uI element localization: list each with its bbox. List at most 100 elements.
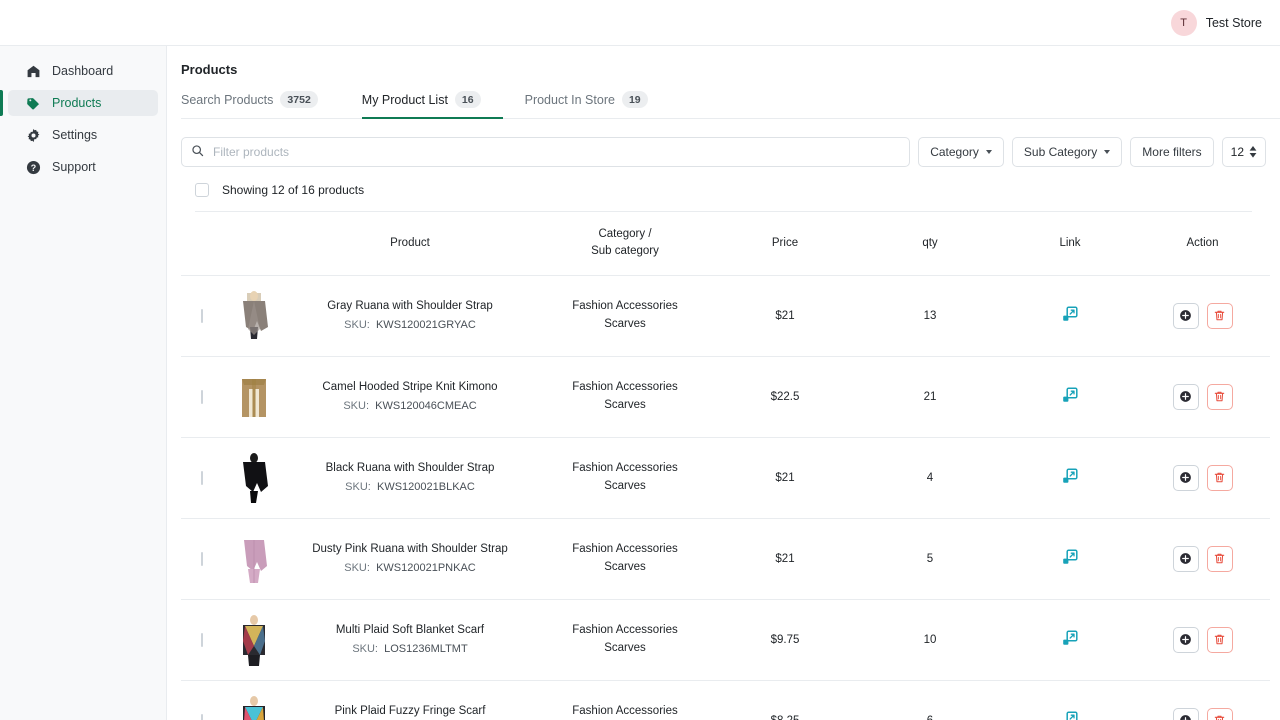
header-link: Link bbox=[1005, 212, 1135, 275]
subcategory-filter-button[interactable]: Sub Category bbox=[1012, 137, 1122, 167]
sidebar-item-products[interactable]: Products bbox=[8, 90, 158, 116]
main-content: Products Search Products 3752 My Product… bbox=[167, 46, 1280, 720]
external-link-icon[interactable] bbox=[1062, 387, 1078, 403]
user-menu[interactable]: T Test Store bbox=[1171, 10, 1262, 36]
sku-value: KWS120046CMEAC bbox=[375, 400, 477, 412]
row-checkbox-cell bbox=[181, 437, 223, 518]
product-thumbnail bbox=[235, 450, 273, 506]
product-sku: SKU: KWS120046CMEAC bbox=[285, 398, 535, 415]
sku-value: KWS120021BLKAC bbox=[377, 481, 475, 493]
add-product-button[interactable] bbox=[1173, 627, 1199, 653]
delete-product-button[interactable] bbox=[1207, 627, 1233, 653]
app-shell: Dashboard Products Settings ? Support Pr… bbox=[0, 46, 1280, 720]
product-table-container: Product Category / Sub category Price qt… bbox=[167, 212, 1280, 720]
header-category-line1: Category / bbox=[535, 226, 715, 243]
row-checkbox[interactable] bbox=[201, 714, 203, 720]
home-icon bbox=[26, 64, 41, 79]
product-category: Fashion Accessories bbox=[535, 298, 715, 315]
search-input[interactable] bbox=[181, 137, 910, 167]
sku-value: LOS1236MLTMT bbox=[384, 643, 468, 655]
table-row: Pink Plaid Fuzzy Fringe Scarf SKU: LOS12… bbox=[181, 680, 1270, 720]
row-action-cell bbox=[1135, 599, 1270, 680]
category-filter-button[interactable]: Category bbox=[918, 137, 1004, 167]
page-size-stepper[interactable]: 12 bbox=[1222, 137, 1266, 167]
tab-bar: Search Products 3752 My Product List 16 … bbox=[181, 91, 1280, 119]
product-sku: SKU: KWS120021PNKAC bbox=[285, 560, 535, 577]
external-link-icon[interactable] bbox=[1062, 711, 1078, 720]
sidebar: Dashboard Products Settings ? Support bbox=[0, 46, 167, 720]
delete-product-button[interactable] bbox=[1207, 303, 1233, 329]
subcategory-filter-label: Sub Category bbox=[1024, 145, 1097, 159]
product-name: Multi Plaid Soft Blanket Scarf bbox=[285, 622, 535, 639]
tab-search-products[interactable]: Search Products 3752 bbox=[181, 91, 340, 119]
select-all-row: Showing 12 of 16 products bbox=[195, 167, 1252, 212]
row-product-cell: Camel Hooded Stripe Knit Kimono SKU: KWS… bbox=[285, 356, 535, 437]
row-action-cell bbox=[1135, 356, 1270, 437]
select-all-checkbox[interactable] bbox=[195, 183, 209, 197]
external-link-icon[interactable] bbox=[1062, 549, 1078, 565]
product-category: Fashion Accessories bbox=[535, 460, 715, 477]
row-actions bbox=[1135, 465, 1270, 491]
sku-value: KWS120021PNKAC bbox=[376, 562, 476, 574]
chevron-down-icon bbox=[986, 150, 992, 154]
row-product-cell: Pink Plaid Fuzzy Fringe Scarf SKU: LOS12… bbox=[285, 680, 535, 720]
tag-icon bbox=[26, 96, 41, 111]
more-filters-button[interactable]: More filters bbox=[1130, 137, 1213, 167]
sidebar-item-dashboard[interactable]: Dashboard bbox=[8, 58, 158, 84]
product-subcategory: Scarves bbox=[535, 316, 715, 333]
tab-badge: 19 bbox=[622, 91, 648, 108]
sidebar-item-label: Settings bbox=[52, 128, 97, 142]
row-checkbox-cell bbox=[181, 599, 223, 680]
add-product-button[interactable] bbox=[1173, 384, 1199, 410]
table-header-row: Product Category / Sub category Price qt… bbox=[181, 212, 1270, 275]
row-checkbox[interactable] bbox=[201, 552, 203, 566]
stepper-arrows-icon bbox=[1249, 146, 1257, 158]
product-subcategory: Scarves bbox=[535, 397, 715, 414]
row-checkbox-cell bbox=[181, 518, 223, 599]
top-bar: T Test Store bbox=[0, 0, 1280, 46]
sidebar-item-settings[interactable]: Settings bbox=[8, 122, 158, 148]
product-name: Camel Hooded Stripe Knit Kimono bbox=[285, 379, 535, 396]
tab-my-product-list[interactable]: My Product List 16 bbox=[362, 91, 503, 119]
external-link-icon[interactable] bbox=[1062, 306, 1078, 322]
row-price-cell: $21 bbox=[715, 518, 855, 599]
row-product-cell: Dusty Pink Ruana with Shoulder Strap SKU… bbox=[285, 518, 535, 599]
tab-product-in-store[interactable]: Product In Store 19 bbox=[525, 91, 670, 119]
sidebar-item-support[interactable]: ? Support bbox=[8, 154, 158, 180]
add-product-button[interactable] bbox=[1173, 303, 1199, 329]
header-product: Product bbox=[285, 212, 535, 275]
row-checkbox[interactable] bbox=[201, 471, 203, 485]
product-thumbnail bbox=[235, 612, 273, 668]
table-body: Gray Ruana with Shoulder Strap SKU: KWS1… bbox=[181, 275, 1270, 720]
search-field-wrapper bbox=[181, 137, 910, 167]
row-checkbox[interactable] bbox=[201, 309, 203, 323]
row-category-cell: Fashion Accessories Scarves bbox=[535, 275, 715, 356]
delete-product-button[interactable] bbox=[1207, 708, 1233, 720]
product-name: Dusty Pink Ruana with Shoulder Strap bbox=[285, 541, 535, 558]
delete-product-button[interactable] bbox=[1207, 384, 1233, 410]
row-qty-cell: 13 bbox=[855, 275, 1005, 356]
row-checkbox-cell bbox=[181, 680, 223, 720]
row-actions bbox=[1135, 708, 1270, 720]
add-product-button[interactable] bbox=[1173, 546, 1199, 572]
add-product-button[interactable] bbox=[1173, 708, 1199, 720]
external-link-icon[interactable] bbox=[1062, 468, 1078, 484]
page-size-value: 12 bbox=[1231, 145, 1244, 159]
row-checkbox[interactable] bbox=[201, 390, 203, 404]
product-name: Black Ruana with Shoulder Strap bbox=[285, 460, 535, 477]
row-category-cell: Fashion Accessories Scarves bbox=[535, 518, 715, 599]
row-link-cell bbox=[1005, 518, 1135, 599]
row-checkbox[interactable] bbox=[201, 633, 203, 647]
row-link-cell bbox=[1005, 680, 1135, 720]
row-qty-cell: 21 bbox=[855, 356, 1005, 437]
delete-product-button[interactable] bbox=[1207, 465, 1233, 491]
add-product-button[interactable] bbox=[1173, 465, 1199, 491]
tab-label: Product In Store bbox=[525, 93, 615, 107]
table-header: Product Category / Sub category Price qt… bbox=[181, 212, 1270, 275]
delete-product-button[interactable] bbox=[1207, 546, 1233, 572]
row-image-cell bbox=[223, 680, 285, 720]
header-price: Price bbox=[715, 212, 855, 275]
store-name-label: Test Store bbox=[1206, 16, 1262, 30]
product-sku: SKU: LOS1236MLTMT bbox=[285, 641, 535, 658]
external-link-icon[interactable] bbox=[1062, 630, 1078, 646]
